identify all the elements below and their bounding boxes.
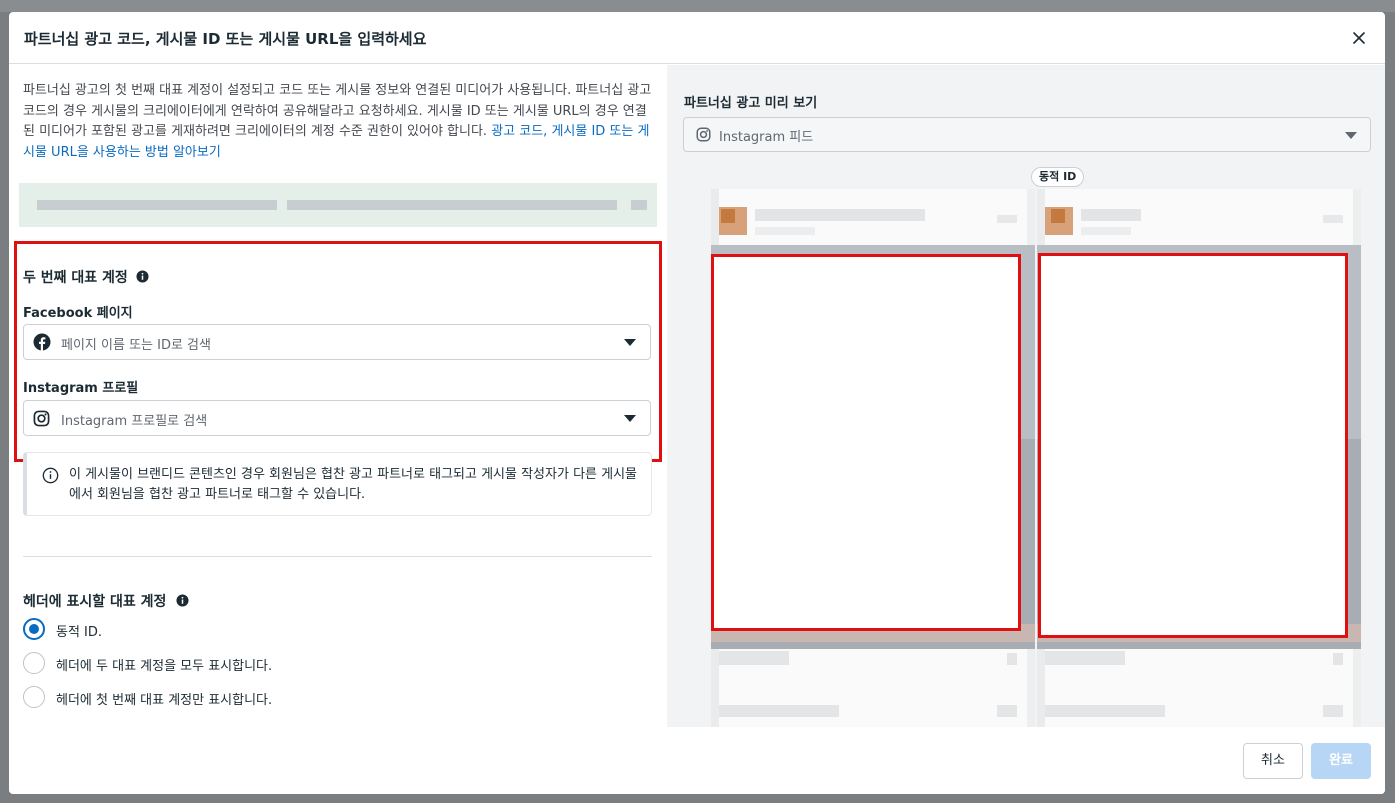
instagram-profile-select[interactable]: Instagram 프로필로 검색 — [23, 400, 651, 436]
chevron-down-icon — [624, 415, 636, 422]
background-page — [0, 0, 1395, 12]
media-highlight-2 — [1038, 253, 1348, 638]
header-account-title: 헤더에 표시할 대표 계정 — [23, 591, 189, 611]
section-divider — [23, 556, 652, 557]
facebook-page-label: Facebook 페이지 — [23, 306, 133, 321]
branded-content-text: 이 게시물이 브랜디드 콘텐츠인 경우 회원님은 협찬 광고 파트너로 태그되고… — [69, 467, 638, 502]
radio-show-first-account-label[interactable]: 헤더에 첫 번째 대표 계정만 표시합니다. — [56, 689, 272, 708]
instagram-profile-label: Instagram 프로필 — [23, 381, 139, 396]
info-icon[interactable] — [136, 270, 149, 283]
facebook-page-select[interactable]: 페이지 이름 또는 ID로 검색 — [23, 324, 651, 360]
radio-show-both-accounts[interactable] — [23, 652, 45, 674]
radio-dynamic-id-label[interactable]: 동적 ID. — [56, 621, 102, 640]
facebook-icon — [33, 333, 51, 351]
close-button[interactable] — [1347, 26, 1371, 50]
done-button[interactable]: 완료 — [1311, 743, 1371, 779]
intro-text: 파트너십 광고의 첫 번째 대표 계정이 설정되고 코드 또는 게시물 정보와 … — [23, 81, 653, 163]
placement-select[interactable]: Instagram 피드 — [683, 117, 1371, 152]
dynamic-id-badge: 동적 ID — [1031, 167, 1085, 187]
background-page-footer — [0, 794, 1395, 803]
instagram-icon — [33, 410, 50, 427]
branded-content-notice: 이 게시물이 브랜디드 콘텐츠인 경우 회원님은 협찬 광고 파트너로 태그되고… — [23, 452, 652, 516]
modal-footer: 취소 완료 — [9, 727, 1385, 794]
settings-panel: 파트너십 광고의 첫 번째 대표 계정이 설정되고 코드 또는 게시물 정보와 … — [9, 65, 667, 727]
preview-panel: 파트너십 광고 미리 보기 Instagram 피드 동적 ID — [667, 65, 1385, 727]
instagram-profile-placeholder: Instagram 프로필로 검색 — [61, 414, 208, 429]
code-input-redacted[interactable] — [19, 183, 657, 227]
modal-header: 파트너십 광고 코드, 게시물 ID 또는 게시물 URL을 입력하세요 — [9, 12, 1385, 64]
radio-dynamic-id[interactable] — [23, 618, 45, 640]
info-icon[interactable] — [176, 594, 189, 607]
radio-show-first-account[interactable] — [23, 686, 45, 708]
instagram-icon — [696, 127, 711, 142]
partnership-ad-modal: 파트너십 광고 코드, 게시물 ID 또는 게시물 URL을 입력하세요 파트너… — [9, 12, 1385, 794]
modal-title: 파트너십 광고 코드, 게시물 ID 또는 게시물 URL을 입력하세요 — [24, 30, 427, 48]
preview-title: 파트너십 광고 미리 보기 — [684, 96, 818, 111]
placement-value: Instagram 피드 — [719, 130, 814, 145]
background-page-left — [0, 12, 9, 794]
radio-show-both-accounts-label[interactable]: 헤더에 두 대표 계정을 모두 표시합니다. — [56, 655, 272, 674]
info-outline-icon — [42, 467, 59, 484]
media-highlight-1 — [711, 254, 1021, 631]
second-account-title: 두 번째 대표 계정 — [23, 267, 149, 287]
background-page-right — [1385, 12, 1395, 794]
close-icon — [1353, 32, 1365, 44]
facebook-page-placeholder: 페이지 이름 또는 ID로 검색 — [61, 338, 211, 353]
chevron-down-icon — [1345, 132, 1357, 139]
chevron-down-icon — [624, 339, 636, 346]
cancel-button[interactable]: 취소 — [1243, 743, 1303, 779]
